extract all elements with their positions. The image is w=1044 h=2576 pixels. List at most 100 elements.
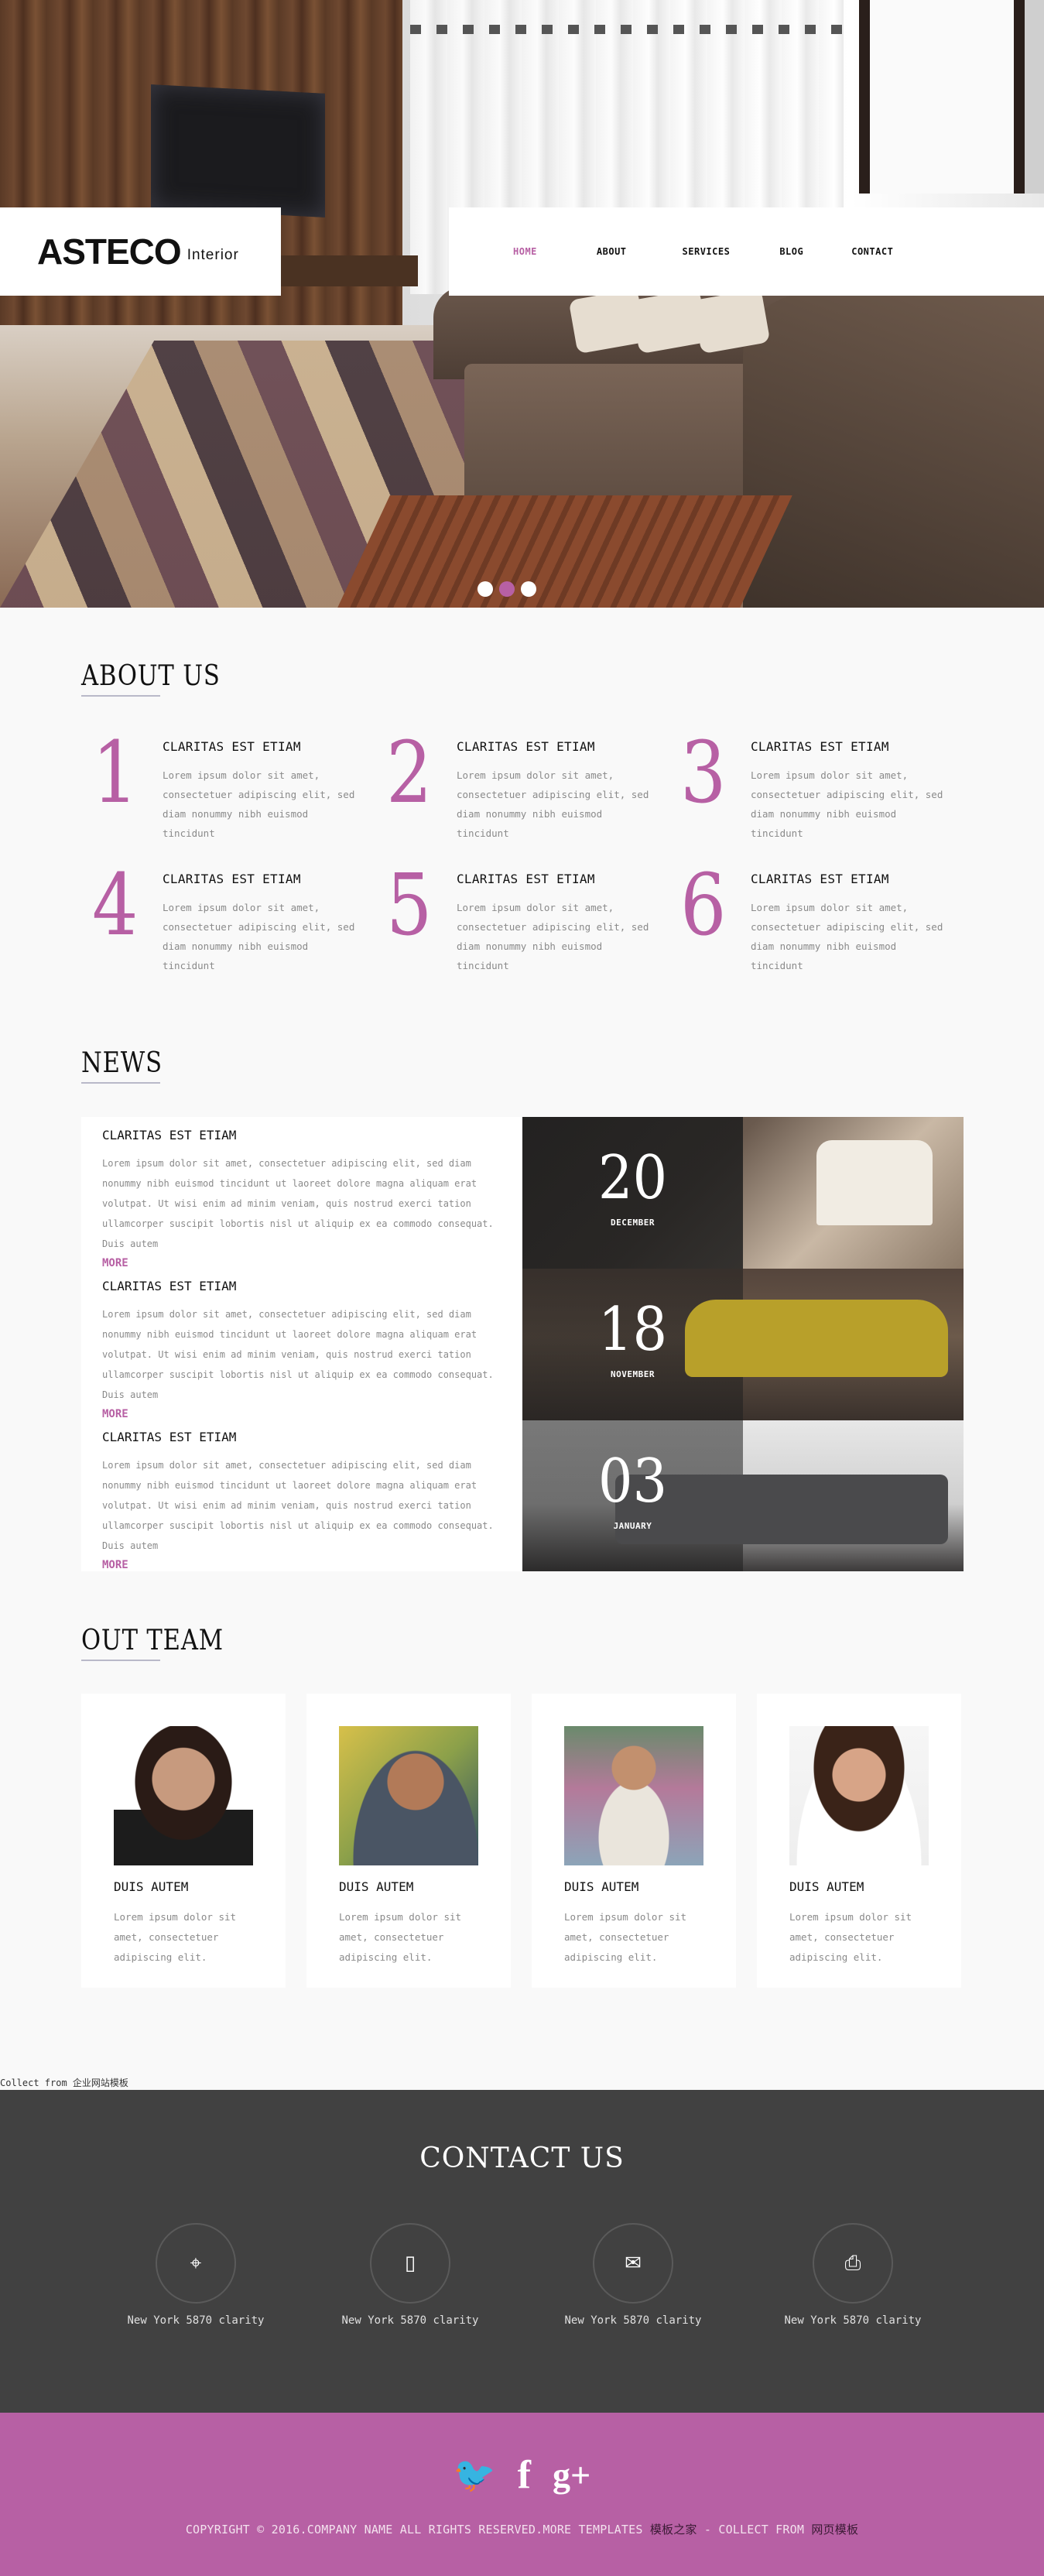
nav-about[interactable]: ABOUT	[597, 246, 627, 257]
contact-label: New York 5870 clarity	[341, 2314, 479, 2327]
templates-link[interactable]: 模板之家	[650, 2523, 697, 2537]
news-date-month: DECEMBER	[611, 1218, 655, 1228]
contact-section: CONTACT US ⌖ New York 5870 clarity ▯ New…	[0, 2090, 1044, 2413]
news-item: CLARITAS EST ETIAM Lorem ipsum dolor sit…	[102, 1279, 508, 1420]
team-member-name: DUIS AUTEM	[789, 1879, 864, 1894]
team-member-name: DUIS AUTEM	[564, 1879, 639, 1894]
avatar[interactable]	[789, 1726, 929, 1865]
about-text: Lorem ipsum dolor sit amet, consectetuer…	[751, 902, 943, 971]
about-heading: CLARITAS EST ETIAM	[163, 739, 301, 754]
news-text: Lorem ipsum dolor sit amet, consectetuer…	[102, 1309, 494, 1400]
news-photo[interactable]: 18 NOVEMBER	[522, 1269, 964, 1420]
hero-tv	[151, 84, 325, 218]
about-number: 3	[680, 723, 727, 822]
nav-services[interactable]: SERVICES	[683, 246, 731, 257]
about-heading: CLARITAS EST ETIAM	[457, 739, 595, 754]
contact-item: ▯ New York 5870 clarity	[325, 2223, 495, 2327]
about-heading: CLARITAS EST ETIAM	[163, 872, 301, 886]
slider-dot[interactable]	[521, 581, 536, 597]
copyright: COPYRIGHT © 2016.COMPANY NAME ALL RIGHTS…	[0, 2521, 1044, 2537]
logo-name: ASTECO	[37, 231, 182, 272]
news-images: 20 DECEMBER 18 NOVEMBER 03 JANUARY	[522, 1117, 964, 1571]
about-number: 5	[386, 855, 433, 954]
about-heading: CLARITAS EST ETIAM	[751, 872, 889, 886]
twitter-icon[interactable]: 🐦	[454, 2458, 496, 2492]
nav-blog[interactable]: BLOG	[779, 246, 803, 257]
news-photo[interactable]: 03 JANUARY	[522, 1420, 964, 1571]
news-item: CLARITAS EST ETIAM Lorem ipsum dolor sit…	[102, 1430, 508, 1571]
team-member-name: DUIS AUTEM	[114, 1879, 189, 1894]
news-item: CLARITAS EST ETIAM Lorem ipsum dolor sit…	[102, 1128, 508, 1269]
hero-window	[859, 0, 1044, 194]
news-more-link[interactable]: MORE	[102, 1559, 128, 1571]
news-date-day: 18	[597, 1295, 668, 1365]
map-pin-icon[interactable]: ⌖	[156, 2223, 236, 2304]
news-text: Lorem ipsum dolor sit amet, consectetuer…	[102, 1460, 494, 1551]
about-number: 1	[92, 723, 139, 822]
avatar[interactable]	[339, 1726, 478, 1865]
team-member-bio: Lorem ipsum dolor sit amet, consectetuer…	[339, 1911, 462, 1963]
nav-contact[interactable]: CONTACT	[851, 246, 893, 257]
slider-dot[interactable]	[499, 581, 515, 597]
slider-dots	[478, 581, 536, 597]
avatar[interactable]	[114, 1726, 253, 1865]
about-text: Lorem ipsum dolor sit amet, consectetuer…	[457, 769, 649, 839]
contact-label: New York 5870 clarity	[784, 2314, 922, 2327]
team-card: DUIS AUTEM Lorem ipsum dolor sit amet, c…	[81, 1694, 286, 1988]
news-date-day: 03	[597, 1447, 668, 1516]
about-text: Lorem ipsum dolor sit amet, consectetuer…	[163, 902, 355, 971]
about-item: 5 CLARITAS EST ETIAM Lorem ipsum dolor s…	[375, 862, 649, 980]
news-more-link[interactable]: MORE	[102, 1408, 128, 1420]
team-card: DUIS AUTEM Lorem ipsum dolor sit amet, c…	[757, 1694, 961, 1988]
team-card: DUIS AUTEM Lorem ipsum dolor sit amet, c…	[532, 1694, 736, 1988]
contact-item: ✉ New York 5870 clarity	[548, 2223, 718, 2327]
collect-link[interactable]: 网页模板	[811, 2523, 858, 2537]
team-member-bio: Lorem ipsum dolor sit amet, consectetuer…	[789, 1911, 912, 1963]
contact-label: New York 5870 clarity	[564, 2314, 702, 2327]
about-text: Lorem ipsum dolor sit amet, consectetuer…	[163, 769, 355, 839]
news-heading: CLARITAS EST ETIAM	[102, 1279, 237, 1293]
about-item: 4 CLARITAS EST ETIAM Lorem ipsum dolor s…	[81, 862, 354, 980]
collect-note[interactable]: Collect from 企业网站模板	[0, 2076, 128, 2089]
about-heading: CLARITAS EST ETIAM	[457, 872, 595, 886]
news-title: NEWS	[81, 1047, 163, 1084]
about-number: 2	[386, 723, 433, 822]
main-nav: HOME ABOUT SERVICES BLOG CONTACT	[449, 207, 1044, 296]
hero-coffee-table	[337, 495, 792, 608]
about-item: 3 CLARITAS EST ETIAM Lorem ipsum dolor s…	[669, 730, 943, 848]
about-number: 6	[680, 855, 727, 954]
contact-title: CONTACT US	[419, 2143, 625, 2174]
contact-item: ⌖ New York 5870 clarity	[111, 2223, 281, 2327]
hero-curtain-rod	[410, 25, 844, 34]
team-member-bio: Lorem ipsum dolor sit amet, consectetuer…	[564, 1911, 687, 1963]
news-date-month: NOVEMBER	[611, 1369, 655, 1379]
mail-icon[interactable]: ✉	[593, 2223, 673, 2304]
news-more-link[interactable]: MORE	[102, 1257, 128, 1269]
about-item: 6 CLARITAS EST ETIAM Lorem ipsum dolor s…	[669, 862, 943, 980]
facebook-icon[interactable]: f	[518, 2455, 531, 2496]
news-date-month: JANUARY	[613, 1521, 652, 1531]
news-photo[interactable]: 20 DECEMBER	[522, 1117, 964, 1269]
hero-slider: ASTECO Interior HOME ABOUT SERVICES BLOG…	[0, 0, 1044, 608]
footer: 🐦 f g+ COPYRIGHT © 2016.COMPANY NAME ALL…	[0, 2413, 1044, 2576]
printer-icon[interactable]: ⎙	[813, 2223, 893, 2304]
contact-label: New York 5870 clarity	[127, 2314, 265, 2327]
about-title: ABOUT US	[81, 660, 221, 697]
nav-home[interactable]: HOME	[513, 246, 537, 257]
logo[interactable]: ASTECO Interior	[0, 207, 281, 296]
news-photo-furniture	[816, 1140, 933, 1225]
copyright-text: COPYRIGHT © 2016.COMPANY NAME ALL RIGHTS…	[185, 2523, 650, 2537]
team-card: DUIS AUTEM Lorem ipsum dolor sit amet, c…	[306, 1694, 511, 1988]
phone-icon[interactable]: ▯	[370, 2223, 450, 2304]
google-plus-icon[interactable]: g+	[553, 2458, 590, 2493]
team-member-bio: Lorem ipsum dolor sit amet, consectetuer…	[114, 1911, 237, 1963]
social-links: 🐦 f g+	[0, 2455, 1044, 2496]
news-heading: CLARITAS EST ETIAM	[102, 1430, 237, 1444]
hero-sofa-arm	[743, 294, 1044, 608]
about-text: Lorem ipsum dolor sit amet, consectetuer…	[457, 902, 649, 971]
about-item: 1 CLARITAS EST ETIAM Lorem ipsum dolor s…	[81, 730, 354, 848]
news-heading: CLARITAS EST ETIAM	[102, 1128, 237, 1142]
about-heading: CLARITAS EST ETIAM	[751, 739, 889, 754]
slider-dot[interactable]	[478, 581, 493, 597]
avatar[interactable]	[564, 1726, 703, 1865]
